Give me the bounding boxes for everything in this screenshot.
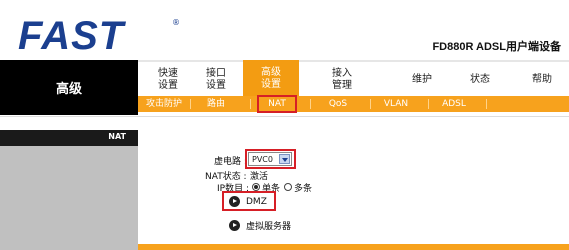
nav-item-status[interactable]: 状态 (460, 64, 500, 96)
pvc-label: 虚电路 : (214, 157, 247, 167)
nav-item-interface-setup[interactable]: 接口 设置 (196, 64, 236, 96)
subnav-divider (310, 99, 311, 109)
subnav-item-nat[interactable]: NAT (257, 95, 297, 113)
virtual-server-link-label: 虚拟服务器 (246, 222, 292, 232)
device-model-title: FD880R ADSL用户端设备 (432, 41, 561, 53)
radio-multi-ip[interactable] (284, 183, 292, 191)
side-title: 高级 (55, 82, 82, 97)
subnav-divider (250, 99, 251, 109)
nav-item-advanced-setup[interactable]: 高级 设置 (243, 60, 299, 98)
nav-item-maintenance[interactable]: 维护 (402, 64, 442, 96)
subnav-item-vlan[interactable]: VLAN (376, 96, 416, 112)
nav-item-access-management[interactable]: 接入 管理 (322, 64, 362, 96)
subnav-item-qos[interactable]: QoS (318, 96, 358, 112)
section-label-nat: NAT (108, 132, 126, 141)
nav-item-help[interactable]: 帮助 (520, 64, 564, 96)
registered-mark: ® (172, 18, 180, 27)
content-sidebar (0, 130, 138, 250)
subnav-divider (370, 99, 371, 109)
divider-line (0, 116, 569, 117)
radio-single-ip[interactable] (252, 183, 260, 191)
arrow-right-icon (229, 220, 240, 231)
subnav-item-attack-protection[interactable]: 攻击防护 (138, 96, 190, 112)
virtual-server-link[interactable]: 虚拟服务器 (229, 219, 291, 232)
subnav-item-routing[interactable]: 路由 (196, 96, 236, 112)
fast-logo: FAST (18, 14, 125, 58)
subnav-divider (428, 99, 429, 109)
subnav-item-adsl[interactable]: ADSL (434, 96, 474, 112)
highlight-pvc-select (245, 149, 296, 169)
subnav-divider (190, 99, 191, 109)
bottom-accent-bar (138, 244, 569, 250)
highlight-dmz-link (222, 191, 276, 211)
subnav-divider (486, 99, 487, 109)
nav-item-quick-setup[interactable]: 快速 设置 (148, 64, 188, 96)
radio-multi-label: 多条 (294, 184, 313, 194)
content-sidebar-header: NAT (0, 130, 138, 146)
